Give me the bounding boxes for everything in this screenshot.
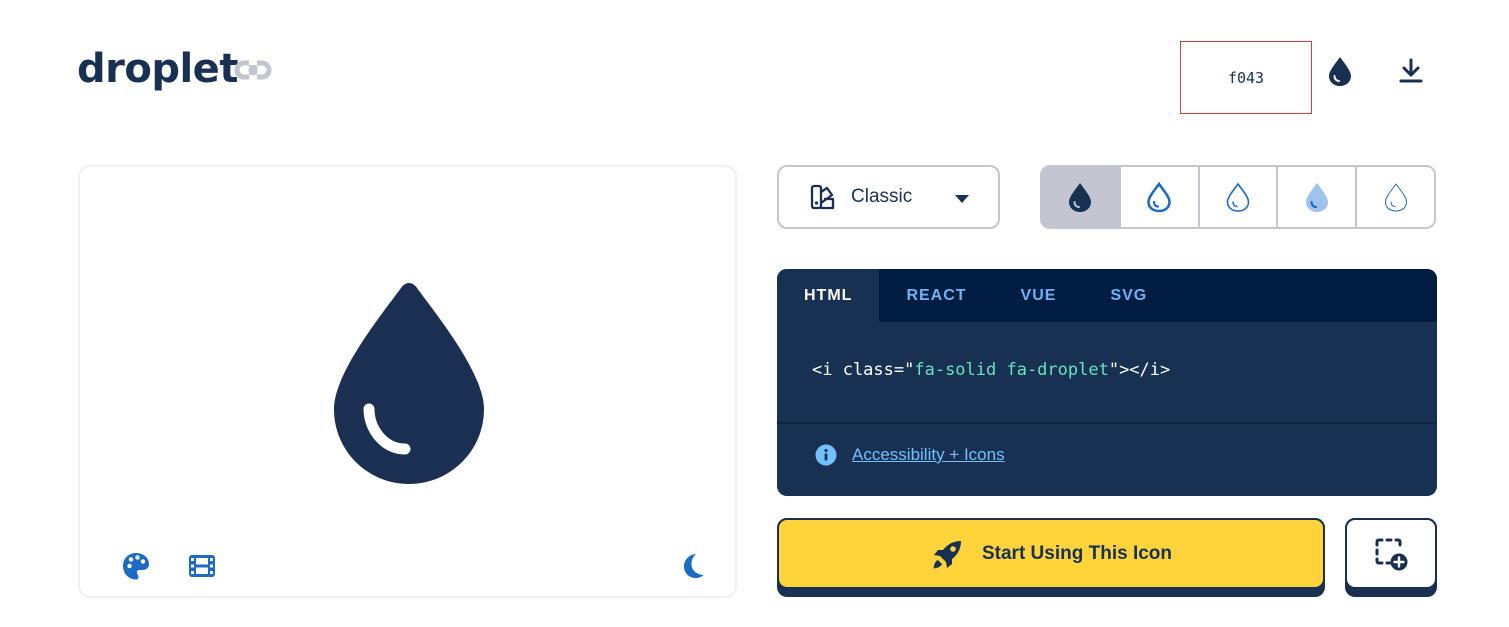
icon-preview-panel bbox=[78, 165, 737, 598]
droplet-solid-icon bbox=[1069, 183, 1092, 212]
tab-react[interactable]: REACT bbox=[879, 269, 993, 322]
moon-icon[interactable] bbox=[676, 551, 706, 581]
caret-down-icon bbox=[955, 195, 969, 203]
droplet-light-icon bbox=[1226, 182, 1250, 212]
variant-light-button[interactable] bbox=[1199, 167, 1279, 227]
code-snippet-class: fa-solid fa-droplet bbox=[914, 360, 1109, 380]
add-to-kit-button[interactable] bbox=[1345, 518, 1437, 597]
tab-svg[interactable]: SVG bbox=[1083, 269, 1174, 322]
droplet-regular-icon bbox=[1147, 181, 1171, 213]
film-icon[interactable] bbox=[187, 551, 217, 581]
info-circle-icon bbox=[815, 444, 837, 466]
link-icon[interactable] bbox=[234, 56, 272, 86]
accessibility-link[interactable]: Accessibility + Icons bbox=[852, 445, 1005, 465]
palette-icon[interactable] bbox=[121, 551, 151, 581]
download-icon[interactable] bbox=[1396, 56, 1426, 86]
code-tabs: HTML REACT VUE SVG bbox=[777, 269, 1437, 322]
accessibility-note: Accessibility + Icons bbox=[815, 444, 1005, 466]
code-snippet-open: <i class=" bbox=[812, 360, 915, 380]
start-using-icon-button[interactable]: Start Using This Icon bbox=[777, 518, 1325, 597]
droplet-duotone-icon bbox=[1305, 183, 1328, 212]
code-snippet-panel: HTML REACT VUE SVG <i class="fa-solid fa… bbox=[777, 269, 1437, 496]
swatchbook-icon bbox=[810, 184, 835, 210]
square-dashed-circle-plus-icon bbox=[1375, 538, 1408, 570]
page-title: droplet bbox=[77, 46, 238, 92]
tab-vue[interactable]: VUE bbox=[994, 269, 1084, 322]
family-style-dropdown[interactable]: Classic bbox=[777, 165, 1000, 229]
droplet-thin-icon bbox=[1384, 183, 1407, 212]
variant-duotone-button[interactable] bbox=[1278, 167, 1358, 227]
tab-html[interactable]: HTML bbox=[777, 269, 880, 322]
divider bbox=[777, 422, 1437, 424]
start-using-icon-label: Start Using This Icon bbox=[981, 542, 1173, 564]
style-variant-group bbox=[1040, 165, 1436, 229]
add-to-kit-button-face bbox=[1345, 518, 1437, 589]
variant-thin-button[interactable] bbox=[1357, 167, 1434, 227]
droplet-icon bbox=[334, 283, 484, 484]
variant-regular-button[interactable] bbox=[1120, 167, 1200, 227]
family-style-label: Classic bbox=[851, 186, 913, 207]
droplet-icon[interactable] bbox=[1327, 55, 1353, 87]
rocket-icon bbox=[933, 540, 961, 568]
start-using-icon-button-face: Start Using This Icon bbox=[777, 518, 1325, 589]
code-snippet-close: "></i> bbox=[1108, 360, 1171, 380]
unicode-value: f043 bbox=[1227, 68, 1265, 87]
unicode-copy-button[interactable]: f043 bbox=[1180, 41, 1312, 114]
variant-solid-button[interactable] bbox=[1042, 167, 1121, 227]
code-snippet[interactable]: <i class="fa-solid fa-droplet"></i> bbox=[812, 360, 1170, 380]
